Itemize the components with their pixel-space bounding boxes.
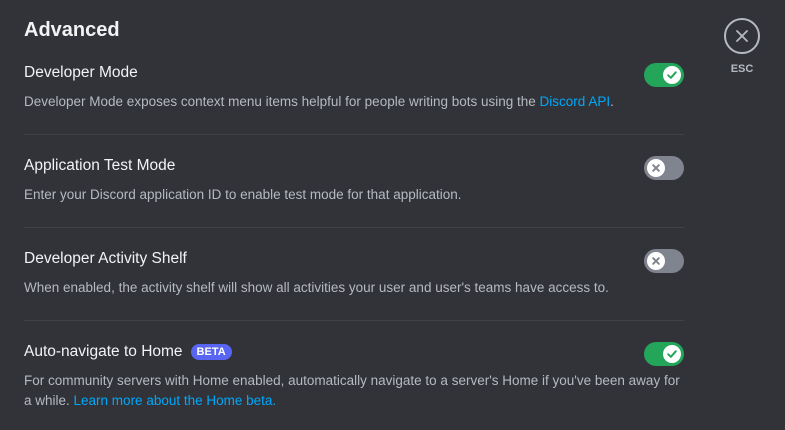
setting-description: When enabled, the activity shelf will sh… [24, 280, 609, 295]
setting-description: Enter your Discord application ID to ena… [24, 187, 462, 202]
divider [24, 320, 684, 321]
toggle-knob [647, 159, 665, 177]
close-button[interactable] [724, 18, 760, 54]
esc-label: ESC [730, 63, 754, 75]
developer-activity-shelf-toggle[interactable] [644, 249, 684, 273]
setting-developer-mode: Developer Mode Developer Mode exposes co… [24, 63, 684, 112]
auto-navigate-home-toggle[interactable] [644, 342, 684, 366]
description-suffix: . [610, 94, 614, 109]
setting-description: For community servers with Home enabled,… [24, 371, 684, 411]
divider [24, 227, 684, 228]
home-beta-link[interactable]: Learn more about the Home beta. [74, 393, 277, 408]
setting-title: Auto-navigate to Home BETA [24, 342, 684, 362]
close-icon [736, 30, 748, 42]
developer-mode-toggle[interactable] [644, 63, 684, 87]
toggle-knob [663, 345, 681, 363]
setting-title: Developer Mode [24, 64, 138, 81]
application-test-mode-toggle[interactable] [644, 156, 684, 180]
x-icon [652, 257, 660, 265]
setting-title: Application Test Mode [24, 157, 176, 174]
x-icon [652, 164, 660, 172]
setting-description: Developer Mode exposes context menu item… [24, 92, 684, 112]
toggle-knob [663, 66, 681, 84]
esc-close[interactable]: ESC [724, 18, 760, 75]
divider [24, 134, 684, 135]
setting-title: Developer Activity Shelf [24, 250, 187, 267]
check-icon [667, 71, 677, 79]
setting-title-text: Auto-navigate to Home [24, 343, 183, 360]
page-title: Advanced [24, 19, 120, 41]
toggle-knob [647, 252, 665, 270]
beta-badge: BETA [190, 344, 232, 360]
setting-application-test-mode: Application Test Mode Enter your Discord… [24, 156, 684, 205]
setting-developer-activity-shelf: Developer Activity Shelf When enabled, t… [24, 249, 684, 298]
discord-api-link[interactable]: Discord API [540, 94, 611, 109]
check-icon [667, 350, 677, 358]
description-text: Developer Mode exposes context menu item… [24, 94, 540, 109]
setting-auto-navigate-home: Auto-navigate to Home BETA For community… [24, 342, 684, 411]
